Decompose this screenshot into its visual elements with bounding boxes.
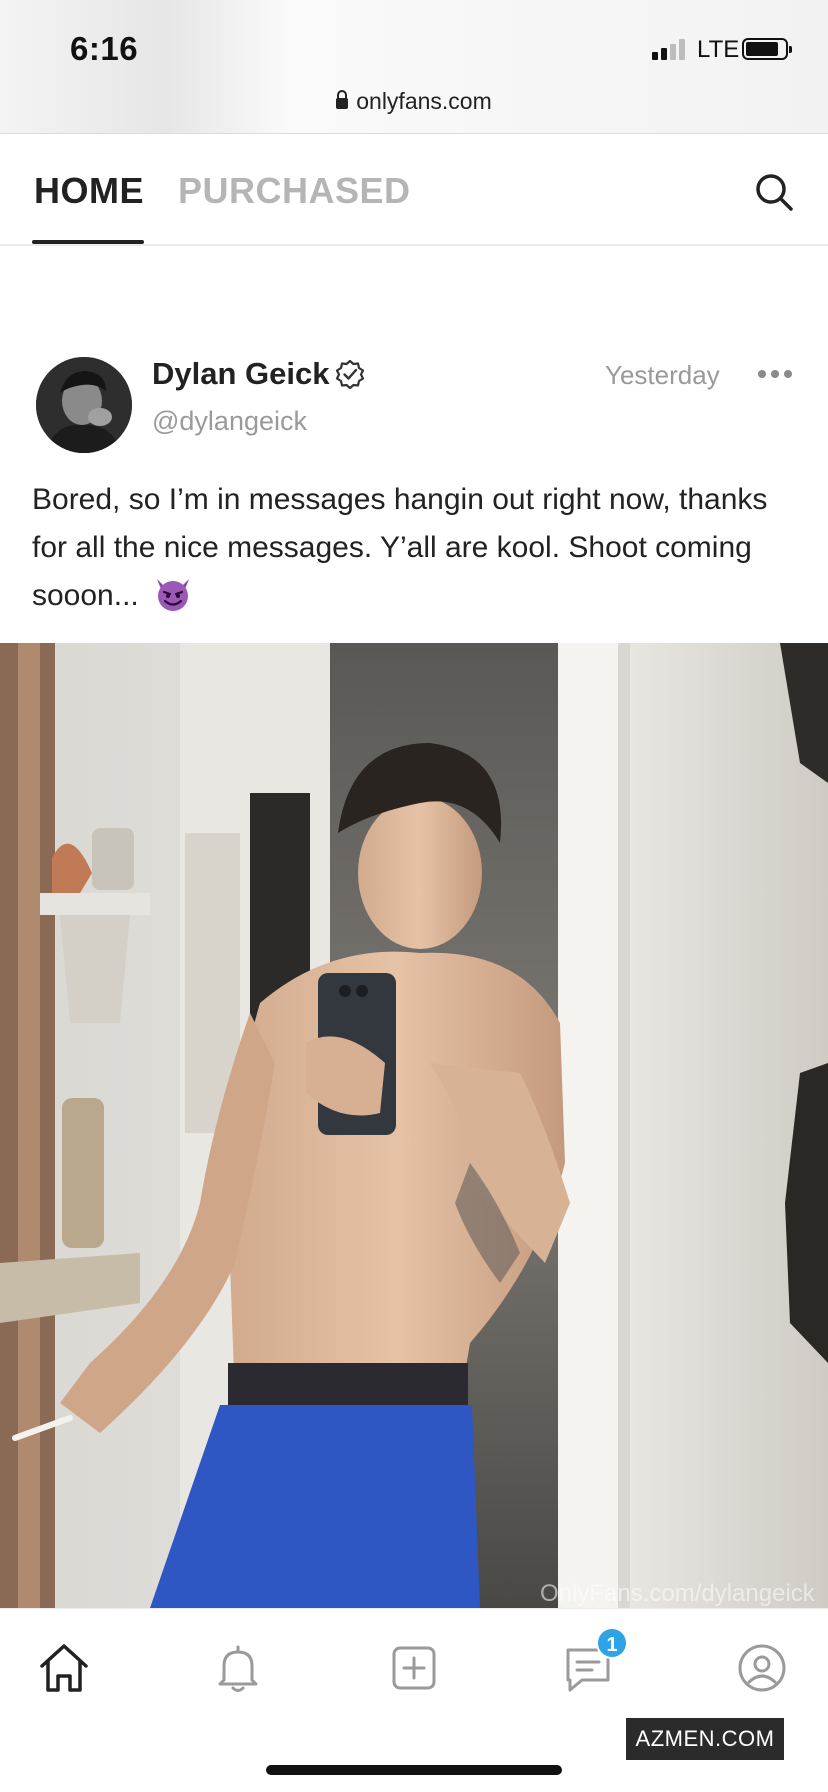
battery-icon xyxy=(742,38,792,60)
post-text: Bored, so I’m in messages hangin out rig… xyxy=(32,476,802,620)
lock-icon xyxy=(336,90,349,109)
home-indicator[interactable] xyxy=(266,1765,562,1775)
signal-strength-icon xyxy=(652,38,685,60)
top-nav: HOME PURCHASED xyxy=(0,134,828,246)
network-label: LTE xyxy=(697,36,740,63)
search-icon[interactable] xyxy=(752,170,796,214)
url-text: onlyfans.com xyxy=(356,88,492,114)
smiling-imp-emoji xyxy=(157,579,190,611)
author-handle[interactable]: @dylangeick xyxy=(152,406,307,437)
post-text-content: Bored, so I’m in messages hangin out rig… xyxy=(32,483,768,612)
active-tab-indicator xyxy=(32,240,144,244)
site-watermark: AZMEN.COM xyxy=(626,1718,784,1760)
tab-purchased[interactable]: PURCHASED xyxy=(178,170,411,212)
home-icon[interactable] xyxy=(36,1640,92,1696)
author-name[interactable]: Dylan Geick xyxy=(152,356,365,392)
messages-badge: 1 xyxy=(596,1627,628,1659)
status-bar: 6:16 LTE onlyfans.com xyxy=(0,0,828,134)
status-time: 6:16 xyxy=(70,30,139,67)
profile-icon[interactable] xyxy=(734,1640,790,1696)
author-name-text: Dylan Geick xyxy=(152,356,330,391)
verified-badge-icon xyxy=(336,359,365,389)
avatar[interactable] xyxy=(36,357,132,453)
bell-icon[interactable] xyxy=(210,1640,266,1696)
post-image[interactable] xyxy=(0,643,828,1608)
image-watermark: OnlyFans.com/dylangeick xyxy=(540,1580,815,1607)
tab-home[interactable]: HOME xyxy=(34,170,144,212)
more-horizontal-icon[interactable] xyxy=(758,370,792,380)
address-bar[interactable]: onlyfans.com xyxy=(0,88,828,115)
post-date: Yesterday xyxy=(605,360,720,390)
add-post-icon[interactable] xyxy=(386,1640,442,1696)
